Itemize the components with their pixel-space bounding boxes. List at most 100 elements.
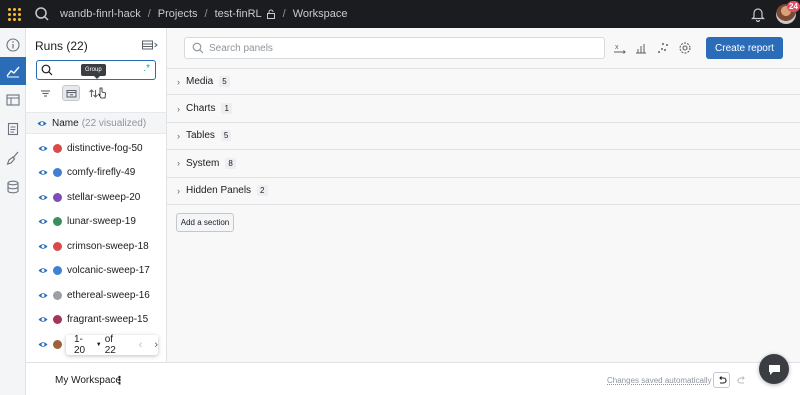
section-count-badge: 1 — [221, 103, 232, 115]
eye-icon[interactable] — [38, 316, 48, 323]
eye-icon[interactable] — [38, 194, 48, 201]
runs-name-header[interactable]: Name (22 visualized) — [26, 112, 166, 134]
run-row[interactable]: volcanic-sweep-17 — [26, 259, 166, 284]
undo-button[interactable] — [713, 372, 730, 388]
section-count-badge: 2 — [257, 185, 268, 197]
section-label: System — [186, 157, 220, 169]
bottom-bar: My Workspace ⋮ Changes saved automatical… — [26, 362, 800, 395]
line-chart-icon[interactable] — [0, 57, 26, 85]
name-column-label: Name — [52, 117, 79, 129]
panel-search-field[interactable] — [184, 37, 605, 59]
run-name[interactable]: crimson-sweep-18 — [67, 241, 149, 252]
more-options-icon[interactable]: ⋮ — [114, 374, 125, 387]
section-tables[interactable]: › Tables 5 — [167, 123, 800, 151]
x-axis-settings-icon[interactable]: x — [613, 41, 627, 55]
run-row[interactable]: ethereal-sweep-16 — [26, 283, 166, 308]
page-total: of 22 — [104, 334, 116, 356]
sweep-broom-icon[interactable] — [0, 144, 26, 172]
section-charts[interactable]: › Charts 1 — [167, 95, 800, 123]
wandb-logo-icon[interactable] — [0, 0, 28, 28]
run-color-dot[interactable] — [53, 266, 62, 276]
bell-icon[interactable] — [751, 6, 765, 22]
search-icon[interactable] — [34, 6, 50, 22]
section-hidden-panels[interactable]: › Hidden Panels 2 — [167, 178, 800, 205]
chevron-right-icon[interactable]: › — [177, 104, 180, 114]
next-page-icon[interactable]: › — [154, 339, 158, 351]
redo-button[interactable] — [735, 372, 749, 388]
group-icon[interactable] — [62, 85, 80, 101]
report-icon[interactable] — [0, 115, 26, 143]
run-name[interactable]: fragrant-sweep-15 — [67, 314, 148, 325]
artifacts-database-icon[interactable] — [0, 173, 26, 201]
run-row[interactable]: comfy-firefly-49 — [26, 161, 166, 186]
run-color-dot[interactable] — [53, 339, 62, 349]
chevron-right-icon[interactable]: › — [177, 158, 180, 168]
eye-icon[interactable] — [37, 120, 47, 127]
smoothing-icon[interactable] — [634, 41, 648, 55]
run-color-dot[interactable] — [53, 168, 62, 178]
info-icon[interactable] — [0, 31, 26, 59]
run-name[interactable]: stellar-sweep-20 — [67, 192, 140, 203]
chevron-right-icon[interactable]: › — [177, 186, 180, 196]
run-name[interactable]: comfy-firefly-49 — [67, 167, 135, 178]
notification-count-badge: 24 — [787, 1, 800, 12]
chevron-right-icon[interactable]: › — [177, 131, 180, 141]
chevron-right-icon[interactable]: › — [177, 77, 180, 87]
eye-icon[interactable] — [38, 145, 48, 152]
section-system[interactable]: › System 8 — [167, 150, 800, 178]
filter-icon[interactable] — [36, 85, 54, 101]
breadcrumb-separator: / — [147, 8, 151, 20]
run-name[interactable]: lunar-sweep-19 — [67, 216, 136, 227]
chevron-down-icon[interactable]: ▼ — [96, 342, 102, 348]
chat-support-button[interactable] — [759, 354, 789, 384]
collapse-table-icon[interactable] — [142, 40, 158, 51]
run-row[interactable]: fragrant-sweep-15 — [26, 308, 166, 333]
eye-icon[interactable] — [38, 169, 48, 176]
section-label: Media — [186, 76, 214, 88]
gear-icon[interactable] — [678, 41, 692, 55]
run-row[interactable]: stellar-sweep-20 — [26, 185, 166, 210]
eye-icon[interactable] — [38, 267, 48, 274]
breadcrumb-project[interactable]: test-finRL — [215, 8, 262, 20]
breadcrumb-workspace[interactable]: Workspace — [293, 8, 348, 20]
add-section-button[interactable]: Add a section — [176, 213, 234, 232]
run-color-dot[interactable] — [53, 241, 62, 251]
prev-page-icon[interactable]: ‹ — [139, 339, 143, 351]
panel-search-input[interactable] — [209, 40, 589, 56]
run-color-dot[interactable] — [53, 143, 62, 153]
eye-icon[interactable] — [38, 341, 48, 348]
redo-icon — [737, 376, 745, 384]
run-name[interactable]: volcanic-sweep-17 — [67, 265, 150, 276]
page-range-select[interactable]: 1-20 — [74, 334, 94, 356]
run-row[interactable]: lunar-sweep-19 — [26, 210, 166, 235]
section-count-badge: 5 — [219, 76, 230, 88]
create-report-button[interactable]: Create report — [706, 37, 783, 59]
regex-toggle-icon[interactable]: .* — [143, 63, 150, 74]
lock-icon — [266, 9, 275, 19]
eye-icon[interactable] — [38, 292, 48, 299]
workspace-name[interactable]: My Workspace — [55, 375, 121, 386]
svg-text:x: x — [615, 44, 619, 51]
breadcrumb-separator: / — [282, 8, 286, 20]
runs-panel: Runs (22) .* Group Name (22 visualized) … — [26, 28, 167, 362]
run-color-dot[interactable] — [53, 290, 62, 300]
breadcrumb-projects[interactable]: Projects — [158, 8, 198, 20]
run-name[interactable]: ethereal-sweep-16 — [67, 290, 150, 301]
eye-icon[interactable] — [38, 243, 48, 250]
visualized-count: (22 visualized) — [81, 117, 147, 129]
run-row[interactable]: distinctive-fog-50 — [26, 136, 166, 161]
section-label: Tables — [186, 130, 215, 142]
left-nav-rail — [0, 28, 26, 395]
chat-icon — [768, 364, 780, 375]
breadcrumb: wandb-finrl-hack / Projects / test-finRL… — [60, 8, 348, 20]
run-color-dot[interactable] — [53, 217, 62, 227]
run-row[interactable]: crimson-sweep-18 — [26, 234, 166, 259]
eye-icon[interactable] — [38, 218, 48, 225]
run-name[interactable]: distinctive-fog-50 — [67, 143, 143, 154]
run-color-dot[interactable] — [53, 315, 62, 325]
breadcrumb-entity[interactable]: wandb-finrl-hack — [60, 8, 141, 20]
table-icon[interactable] — [0, 86, 26, 114]
section-media[interactable]: › Media 5 — [167, 68, 800, 96]
outliers-icon[interactable] — [656, 41, 670, 55]
run-color-dot[interactable] — [53, 192, 62, 202]
